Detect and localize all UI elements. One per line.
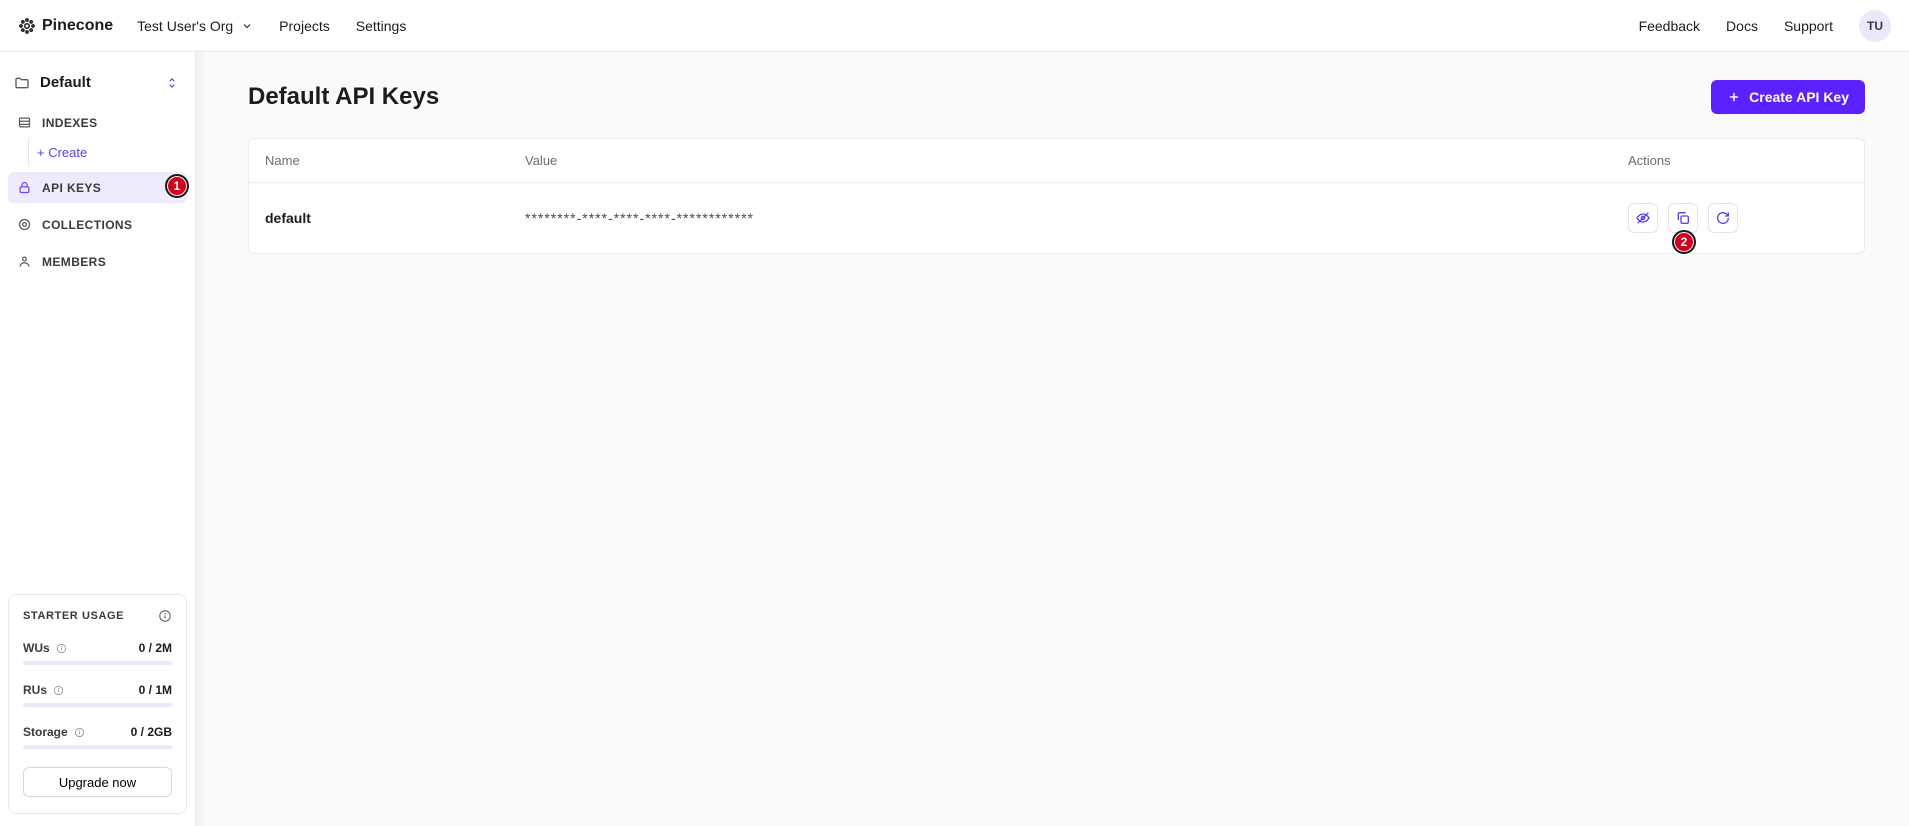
usage-wus-label: WUs [23, 641, 50, 655]
nav-settings[interactable]: Settings [356, 18, 407, 34]
usage-storage-bar [23, 745, 172, 749]
key-name: default [265, 210, 525, 226]
project-selector[interactable]: Default [8, 70, 187, 103]
brand-logo[interactable]: Pinecone [18, 17, 113, 35]
database-icon [16, 115, 32, 130]
pinecone-icon [18, 17, 36, 35]
create-api-key-button[interactable]: Create API Key [1711, 80, 1865, 114]
copy-key-button[interactable]: 2 [1668, 203, 1698, 233]
sidebar: Default INDEXES + Create API KEYS 1 [0, 52, 196, 826]
usage-rus-value: 0 / 1M [139, 683, 172, 697]
copy-icon [1675, 210, 1691, 226]
sidebar-item-label: COLLECTIONS [42, 218, 132, 232]
nav-feedback[interactable]: Feedback [1639, 18, 1700, 34]
usage-rus-bar [23, 703, 172, 707]
chevron-down-icon [241, 20, 253, 32]
folder-icon [14, 75, 30, 91]
annotation-badge-2: 2 [1672, 230, 1696, 254]
table-row: default ********-****-****-****-********… [249, 183, 1864, 253]
col-actions-header: Actions [1628, 153, 1848, 168]
org-dropdown[interactable]: Test User's Org [137, 18, 253, 34]
sidebar-item-label: API KEYS [42, 181, 101, 195]
brand-name: Pinecone [42, 17, 113, 35]
info-icon[interactable] [158, 609, 172, 623]
reveal-key-button[interactable] [1628, 203, 1658, 233]
usage-title: STARTER USAGE [23, 610, 124, 622]
sidebar-item-label: MEMBERS [42, 255, 106, 269]
col-name-header: Name [265, 153, 525, 168]
selector-icon [165, 76, 179, 90]
info-icon[interactable] [53, 685, 64, 696]
create-api-key-label: Create API Key [1749, 89, 1849, 105]
lock-icon [16, 180, 32, 195]
sidebar-item-label: INDEXES [42, 116, 97, 130]
api-keys-table: Name Value Actions default ********-****… [248, 138, 1865, 254]
usage-wus-value: 0 / 2M [139, 641, 172, 655]
create-index-link[interactable]: + Create [37, 145, 87, 160]
usage-rus-label: RUs [23, 683, 47, 697]
usage-wus-bar [23, 661, 172, 665]
nav-support[interactable]: Support [1784, 18, 1833, 34]
nav-docs[interactable]: Docs [1726, 18, 1758, 34]
table-header: Name Value Actions [249, 139, 1864, 183]
plus-icon [1727, 90, 1741, 104]
upgrade-button[interactable]: Upgrade now [23, 767, 172, 797]
usage-storage-value: 0 / 2GB [131, 725, 172, 739]
sidebar-scrollbar[interactable] [196, 52, 204, 826]
info-icon[interactable] [56, 643, 67, 654]
project-name: Default [40, 74, 91, 91]
nav-projects[interactable]: Projects [279, 18, 330, 34]
refresh-icon [1715, 210, 1731, 226]
eye-off-icon [1635, 210, 1651, 226]
sidebar-item-api-keys[interactable]: API KEYS 1 [8, 172, 187, 203]
usage-card: STARTER USAGE WUs 0 / 2M RUs 0 / 1M [8, 594, 187, 814]
avatar[interactable]: TU [1859, 10, 1891, 42]
page-title: Default API Keys [248, 83, 439, 111]
user-icon [16, 254, 32, 269]
top-nav: Pinecone Test User's Org Projects Settin… [0, 0, 1909, 52]
collections-icon [16, 217, 32, 232]
sidebar-item-members[interactable]: MEMBERS [8, 246, 187, 277]
usage-storage-label: Storage [23, 725, 68, 739]
regenerate-key-button[interactable] [1708, 203, 1738, 233]
info-icon[interactable] [74, 727, 85, 738]
org-name: Test User's Org [137, 18, 233, 34]
sidebar-item-collections[interactable]: COLLECTIONS [8, 209, 187, 240]
annotation-badge-1: 1 [165, 174, 189, 198]
key-value-masked: ********-****-****-****-************ [525, 210, 1628, 226]
col-value-header: Value [525, 153, 1628, 168]
sidebar-item-indexes[interactable]: INDEXES [8, 107, 187, 138]
main-content: Default API Keys Create API Key Name Val… [204, 52, 1909, 826]
